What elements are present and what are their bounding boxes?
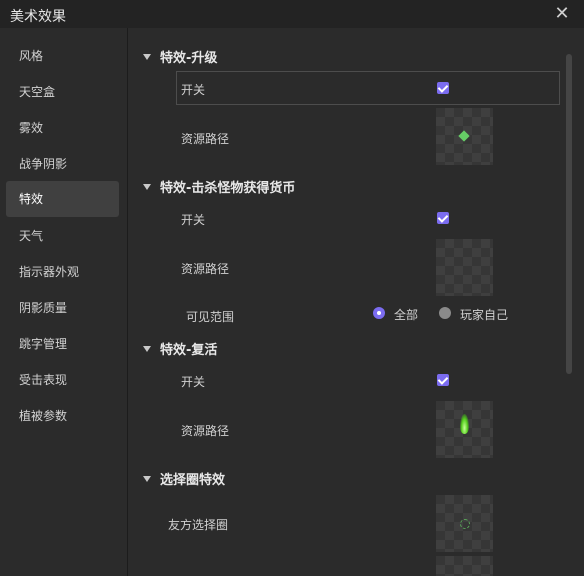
green-ring-icon	[460, 519, 470, 529]
visibility-label: 可见范围	[186, 310, 235, 324]
resource-path-label: 资源路径	[181, 262, 230, 276]
kill-currency-resource-thumbnail[interactable]	[436, 239, 493, 296]
next-thumbnail-partial[interactable]	[436, 556, 493, 576]
friendly-ring-thumbnail[interactable]	[436, 495, 493, 552]
sidebar-item-shadow-quality[interactable]: 阴影质量	[6, 290, 119, 326]
visibility-option-self-label: 玩家自己	[460, 308, 509, 322]
sidebar-item-indicator-appearance[interactable]: 指示器外观	[6, 254, 119, 290]
friendly-selection-ring-label: 友方选择圈	[168, 518, 229, 532]
settings-panel	[128, 28, 584, 576]
resource-path-label: 资源路径	[181, 424, 230, 438]
upgrade-resource-thumbnail[interactable]	[436, 108, 493, 165]
switch-label: 开关	[181, 213, 206, 227]
section-title-kill-currency: 特效-击杀怪物获得货币	[160, 181, 296, 196]
sidebar-item-fog[interactable]: 雾效	[6, 110, 119, 146]
collapse-arrow-icon[interactable]	[143, 346, 151, 352]
sidebar-item-weather[interactable]: 天气	[6, 218, 119, 254]
green-diamond-icon	[458, 130, 470, 142]
kill-currency-switch-checkbox[interactable]	[437, 212, 449, 224]
title-bar: 美术效果 ✕	[0, 0, 584, 28]
switch-label: 开关	[181, 83, 206, 97]
upgrade-switch-checkbox[interactable]	[437, 82, 449, 94]
switch-label: 开关	[181, 375, 206, 389]
sidebar-item-hit-reaction[interactable]: 受击表现	[6, 362, 119, 398]
section-title-upgrade: 特效-升级	[160, 51, 218, 66]
section-title-revive: 特效-复活	[160, 343, 218, 358]
sidebar-item-effects[interactable]: 特效	[6, 181, 119, 217]
sidebar-item-vegetation[interactable]: 植被参数	[6, 398, 119, 434]
sidebar-item-fog-of-war[interactable]: 战争阴影	[6, 146, 119, 182]
scrollbar[interactable]	[566, 54, 572, 374]
resource-path-label: 资源路径	[181, 132, 230, 146]
close-icon[interactable]: ✕	[552, 4, 572, 24]
sidebar-item-style[interactable]: 风格	[6, 38, 119, 74]
sidebar-item-floating-text[interactable]: 跳字管理	[6, 326, 119, 362]
revive-switch-checkbox[interactable]	[437, 374, 449, 386]
collapse-arrow-icon[interactable]	[143, 54, 151, 60]
sidebar: 风格 天空盒 雾效 战争阴影 特效 天气 指示器外观 阴影质量 跳字管理 受击表…	[0, 28, 128, 576]
visibility-radio-all[interactable]	[373, 307, 385, 319]
row-highlight	[176, 71, 560, 105]
visibility-radio-self[interactable]	[439, 307, 451, 319]
green-flame-icon	[460, 414, 469, 434]
visibility-option-all-label: 全部	[394, 308, 419, 322]
revive-resource-thumbnail[interactable]	[436, 401, 493, 458]
window-title: 美术效果	[10, 9, 66, 25]
section-title-selection-ring: 选择圈特效	[160, 473, 226, 488]
collapse-arrow-icon[interactable]	[143, 184, 151, 190]
collapse-arrow-icon[interactable]	[143, 476, 151, 482]
sidebar-item-skybox[interactable]: 天空盒	[6, 74, 119, 110]
